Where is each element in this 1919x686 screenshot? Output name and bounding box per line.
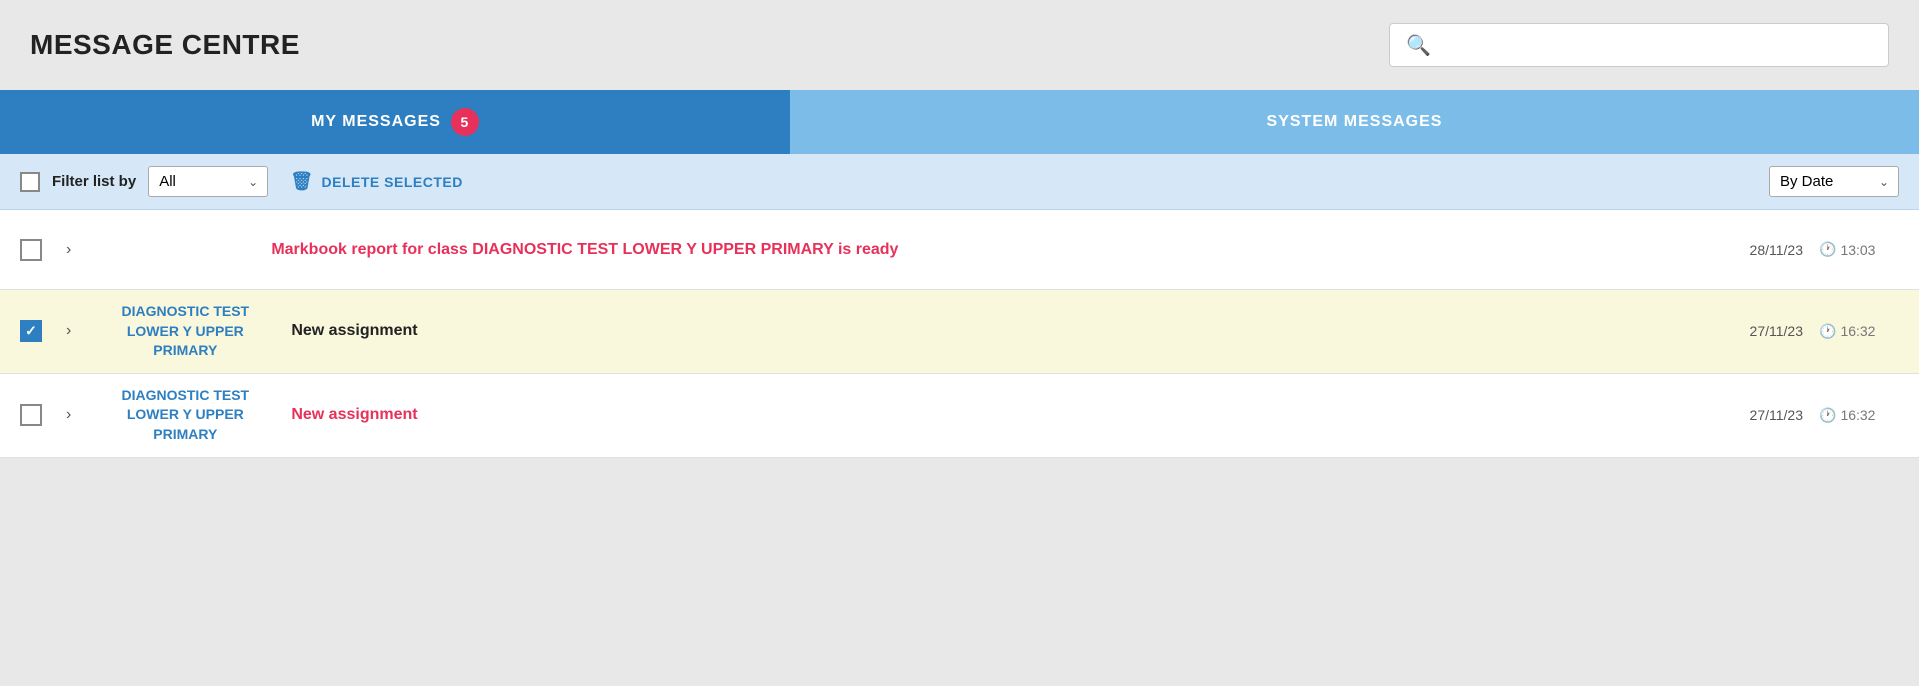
tab-my-messages[interactable]: MY MESSAGES 5 xyxy=(0,90,790,154)
table-row: › DIAGNOSTIC TEST LOWER Y UPPER PRIMARY … xyxy=(0,374,1919,458)
row-1-checkbox[interactable] xyxy=(20,239,42,261)
filter-list-label: Filter list by xyxy=(52,173,136,190)
filter-select[interactable]: All Unread Read xyxy=(148,166,268,197)
row-3-time: 🕐 16:32 xyxy=(1819,407,1899,424)
delete-selected-button[interactable]: 🗑 DELETE SELECTED xyxy=(280,171,473,192)
row-3-checkbox[interactable] xyxy=(20,404,42,426)
row-3-time-value: 16:32 xyxy=(1840,407,1875,423)
messages-list: › Markbook report for class DIAGNOSTIC T… xyxy=(0,210,1919,458)
row-1-subject[interactable]: Markbook report for class DIAGNOSTIC TES… xyxy=(271,241,1697,259)
row-3-sender[interactable]: DIAGNOSTIC TEST LOWER Y UPPER PRIMARY xyxy=(95,386,275,445)
row-2-sender[interactable]: DIAGNOSTIC TEST LOWER Y UPPER PRIMARY xyxy=(95,302,275,361)
filter-bar: Filter list by All Unread Read ⌄ 🗑 DELET… xyxy=(0,154,1919,210)
row-2-date: 27/11/23 xyxy=(1713,323,1803,339)
search-box[interactable]: 🔍 xyxy=(1389,23,1889,67)
row-2-time: 🕐 16:32 xyxy=(1819,323,1899,340)
tab-my-messages-label: MY MESSAGES xyxy=(311,113,441,131)
row-3-date: 27/11/23 xyxy=(1713,407,1803,423)
filter-select-wrapper: All Unread Read ⌄ xyxy=(148,166,268,197)
select-all-checkbox[interactable] xyxy=(20,172,40,192)
sort-select[interactable]: By Date By Sender By Subject xyxy=(1769,166,1899,197)
row-1-time: 🕐 13:03 xyxy=(1819,241,1899,258)
table-row: › DIAGNOSTIC TEST LOWER Y UPPER PRIMARY … xyxy=(0,290,1919,374)
search-input[interactable] xyxy=(1439,36,1872,54)
row-1-expand-icon[interactable]: › xyxy=(58,237,79,263)
row-2-expand-icon[interactable]: › xyxy=(58,318,79,344)
delete-icon: 🗑 xyxy=(290,171,313,192)
clock-icon: 🕐 xyxy=(1819,241,1836,258)
tab-system-messages[interactable]: SYSTEM MESSAGES xyxy=(790,90,1919,154)
row-2-subject[interactable]: New assignment xyxy=(291,322,1697,340)
search-icon: 🔍 xyxy=(1406,33,1431,58)
sort-section: By Date By Sender By Subject ⌄ xyxy=(1769,166,1899,197)
table-row: › Markbook report for class DIAGNOSTIC T… xyxy=(0,210,1919,290)
delete-selected-label: DELETE SELECTED xyxy=(322,174,463,190)
clock-icon: 🕐 xyxy=(1819,407,1836,424)
row-3-subject[interactable]: New assignment xyxy=(291,406,1697,424)
row-3-expand-icon[interactable]: › xyxy=(58,402,79,428)
row-2-time-value: 16:32 xyxy=(1840,323,1875,339)
tabs-bar: MY MESSAGES 5 SYSTEM MESSAGES xyxy=(0,90,1919,154)
sort-select-wrapper: By Date By Sender By Subject ⌄ xyxy=(1769,166,1899,197)
my-messages-badge: 5 xyxy=(451,108,479,136)
row-1-date: 28/11/23 xyxy=(1713,242,1803,258)
tab-system-messages-label: SYSTEM MESSAGES xyxy=(1267,113,1443,131)
page-header: MESSAGE CENTRE 🔍 xyxy=(0,0,1919,90)
row-2-checkbox[interactable] xyxy=(20,320,42,342)
row-1-time-value: 13:03 xyxy=(1840,242,1875,258)
clock-icon: 🕐 xyxy=(1819,323,1836,340)
page-title: MESSAGE CENTRE xyxy=(30,29,300,61)
